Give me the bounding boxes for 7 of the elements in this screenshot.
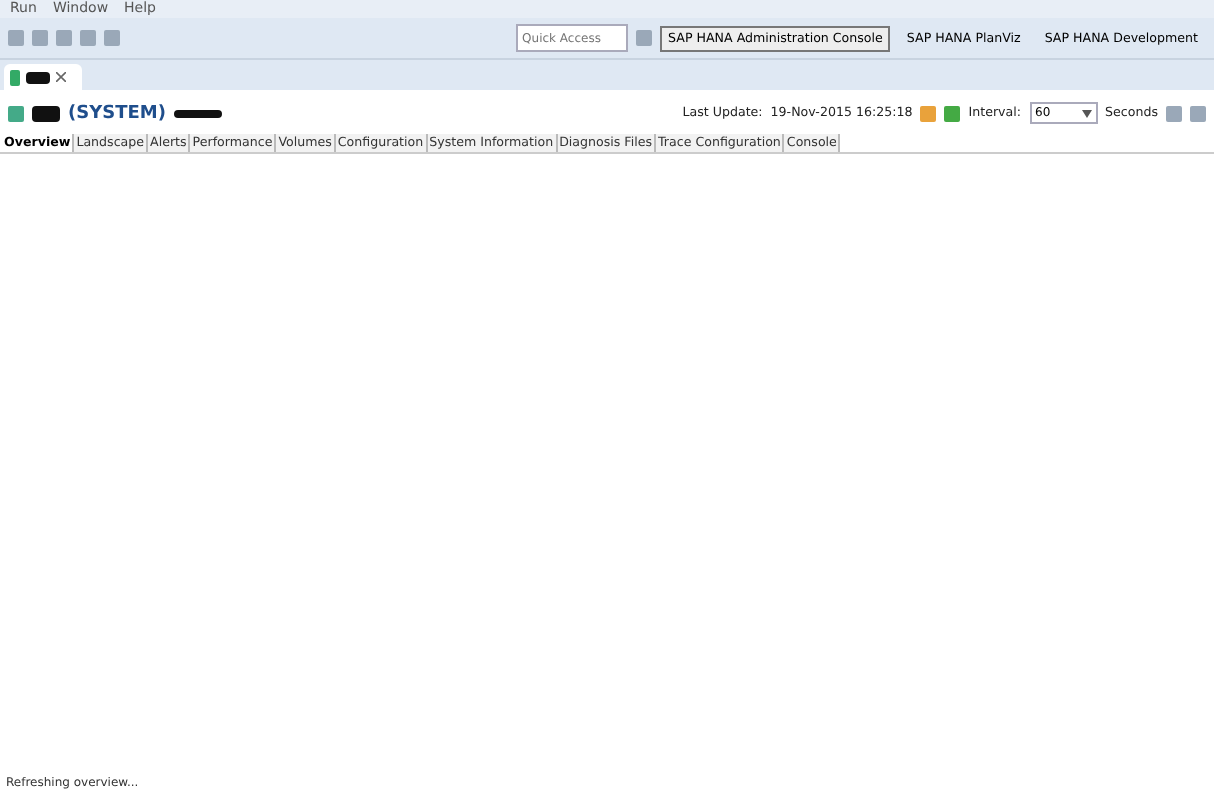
redaction-mark	[26, 71, 50, 83]
caret-icon	[1081, 109, 1092, 117]
redaction-mark	[32, 105, 60, 121]
close-icon[interactable]	[56, 72, 66, 82]
redaction-mark	[173, 109, 222, 117]
system-title: (SYSTEM)	[68, 103, 166, 123]
editor-tab[interactable]	[4, 64, 82, 90]
